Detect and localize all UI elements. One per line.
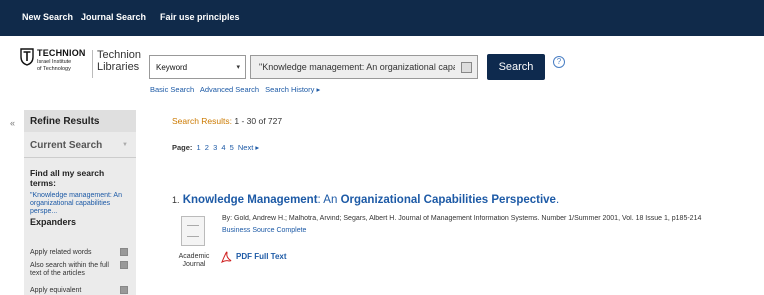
results-count-label: Search Results: [172, 116, 232, 126]
page-link-2[interactable]: 2 [205, 143, 209, 152]
refine-results-heading: Refine Results [24, 110, 136, 132]
search-history-link[interactable]: Search History ▸ [265, 85, 320, 94]
logo-subtitle-line2: of Technology [37, 66, 71, 72]
basic-search-link[interactable]: Basic Search [150, 85, 194, 94]
results-count-value: 1 - 30 of 727 [234, 116, 283, 126]
chevron-down-icon: ▾ [236, 64, 240, 71]
journal-search-link[interactable]: Journal Search [81, 12, 146, 22]
pagination: Page: 1 2 3 4 5 Next ▸ [172, 143, 261, 152]
search-mode-links: Basic Search Advanced Search Search Hist… [150, 85, 324, 94]
logo-libraries-text: Technion Libraries [97, 49, 141, 73]
page-link-1[interactable]: 1 [197, 143, 201, 152]
clear-input-icon[interactable] [461, 62, 472, 73]
search-input-value: "Knowledge management: An organizational… [259, 62, 455, 72]
logo-technion-text: TECHNION [37, 48, 86, 58]
logo-subtitle-line1: Israel Institute [37, 59, 72, 65]
pdf-icon[interactable] [221, 251, 232, 263]
page-link-5[interactable]: 5 [230, 143, 234, 152]
new-search-link[interactable]: New Search [22, 12, 73, 22]
search-input[interactable]: "Knowledge management: An organizational… [250, 55, 478, 79]
result-number: 1. [172, 195, 180, 205]
result-title-part[interactable]: : An [318, 194, 341, 206]
results-count: Search Results: 1 - 30 of 727 [172, 116, 282, 126]
expander-checkbox-equivalent[interactable] [120, 286, 128, 294]
help-icon[interactable]: ? [553, 56, 565, 68]
chevron-down-icon[interactable]: ▼ [122, 142, 128, 148]
technion-shield-icon [20, 48, 34, 66]
page-link-4[interactable]: 4 [221, 143, 225, 152]
expander-checkbox-full-text[interactable] [120, 261, 128, 269]
pdf-full-text-link[interactable]: PDF Full Text [236, 252, 287, 261]
result-title-part[interactable]: Knowledge Management [183, 194, 318, 206]
result-title-part[interactable]: Organizational Capabilities Perspective [341, 194, 556, 206]
pagination-label: Page: [172, 143, 193, 152]
expander-option-equivalent: Apply equivalent [30, 287, 82, 294]
result-title[interactable]: 1. Knowledge Management: An Organization… [172, 194, 559, 206]
technion-libraries-logo[interactable]: TECHNION Israel Institute of Technology … [20, 48, 141, 86]
logo-divider [92, 50, 93, 78]
sidebar-divider [24, 157, 136, 158]
result-database-link[interactable]: Business Source Complete [222, 227, 306, 234]
publication-type-line2: Journal [182, 261, 206, 268]
next-page-link[interactable]: Next ▸ [238, 143, 259, 152]
result-citation: By: Gold, Andrew H.; Malhotra, Arvind; S… [222, 215, 702, 222]
expanders-heading: Expanders [30, 217, 77, 227]
refine-results-sidebar: Refine Results Current Search ▼ Find all… [24, 110, 136, 295]
current-search-term-link[interactable]: "Knowledge management: An organizational… [30, 192, 130, 216]
publication-type: Academic Journal [172, 253, 216, 269]
current-search-heading[interactable]: Current Search [30, 140, 102, 151]
search-field-select[interactable]: Keyword ▾ [149, 55, 246, 79]
document-icon[interactable] [181, 216, 205, 246]
result-title-part[interactable]: . [556, 194, 559, 206]
logo-subtitle: Israel Institute of Technology [37, 59, 71, 73]
expander-option-full-text: Also search within the full text of the … [30, 262, 109, 277]
logo-libraries-line1: Technion [97, 49, 142, 61]
search-field-value: Keyword [156, 63, 188, 72]
find-all-terms-label: Find all my search terms: [30, 168, 105, 188]
search-button[interactable]: Search [487, 54, 545, 80]
expander-checkbox-related-words[interactable] [120, 248, 128, 256]
expander-option-related-words: Apply related words [30, 249, 92, 256]
advanced-search-link[interactable]: Advanced Search [200, 85, 259, 94]
top-navigation-bar: New Search Journal Search Fair use princ… [0, 0, 764, 36]
fair-use-link[interactable]: Fair use principles [160, 12, 240, 22]
logo-libraries-line2: Libraries [97, 61, 140, 73]
collapse-sidebar-icon[interactable]: « [10, 118, 15, 128]
page-link-3[interactable]: 3 [213, 143, 217, 152]
publication-type-line1: Academic [178, 253, 210, 260]
